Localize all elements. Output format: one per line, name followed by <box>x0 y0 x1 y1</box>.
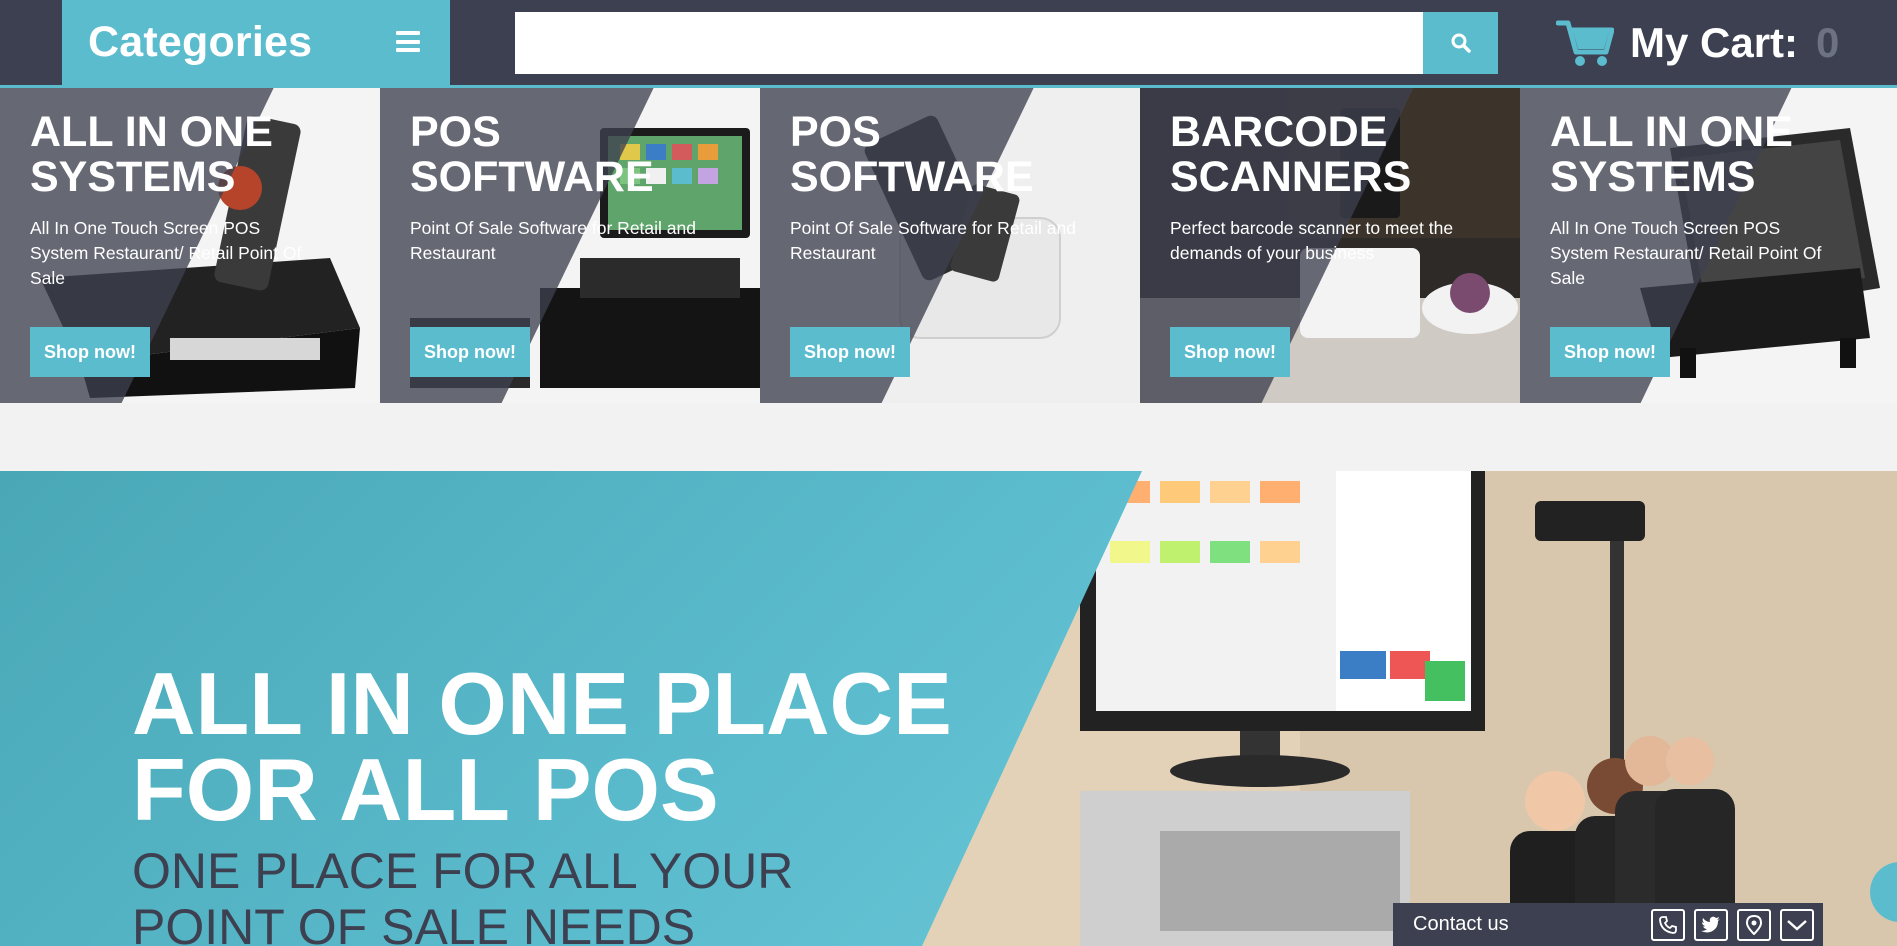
top-header: Categories My Cart: 0 <box>0 0 1897 88</box>
banner-description: Point Of Sale Software for Retail and Re… <box>410 218 696 263</box>
shop-now-button[interactable]: Shop now! <box>410 327 530 377</box>
hero-banner: ALL IN ONE PLACE FOR ALL POS ONE PLACE F… <box>0 471 1897 946</box>
cart-label: My Cart: <box>1630 19 1799 66</box>
banner-pos-software[interactable]: POS SOFTWARE Point Of Sale Software for … <box>380 88 760 403</box>
banner-title: ALL IN ONE SYSTEMS <box>30 108 273 201</box>
shop-now-button[interactable]: Shop now! <box>30 327 150 377</box>
banner-barcode-scanners[interactable]: BARCODE SCANNERS Perfect barcode scanner… <box>1140 88 1520 403</box>
cart-icon <box>1556 20 1614 66</box>
location-button[interactable] <box>1737 908 1771 941</box>
contact-bar: Contact us <box>1393 903 1823 946</box>
chevron-down-icon <box>1787 919 1807 931</box>
banner-pos-software-tablet[interactable]: POS SOFTWARE Point Of Sale Software for … <box>760 88 1140 403</box>
banner-description: Point Of Sale Software for Retail and Re… <box>790 218 1076 263</box>
categories-menu-button[interactable]: Categories <box>62 0 450 85</box>
shop-now-button[interactable]: Shop now! <box>1170 327 1290 377</box>
hero-subheading: ONE PLACE FOR ALL YOUR POINT OF SALE NEE… <box>132 843 794 946</box>
shop-now-button[interactable]: Shop now! <box>1550 327 1670 377</box>
banner-description: All In One Touch Screen POS System Resta… <box>30 218 302 288</box>
twitter-icon <box>1701 916 1720 932</box>
banner-title: POS SOFTWARE <box>790 108 1034 201</box>
search-input[interactable] <box>515 12 1423 74</box>
banner-all-in-one-systems[interactable]: ALL IN ONE SYSTEMS All In One Touch Scre… <box>0 88 380 403</box>
phone-icon <box>1659 915 1677 934</box>
banner-title: ALL IN ONE SYSTEMS <box>1550 108 1793 201</box>
hero-heading: ALL IN ONE PLACE FOR ALL POS <box>132 654 952 839</box>
cart-button[interactable]: My Cart: 0 <box>1556 10 1839 76</box>
hamburger-icon <box>396 31 420 52</box>
category-banners: ALL IN ONE SYSTEMS All In One Touch Scre… <box>0 88 1897 403</box>
categories-label: Categories <box>88 18 313 66</box>
banner-title: POS SOFTWARE <box>410 108 654 201</box>
twitter-button[interactable] <box>1694 908 1728 941</box>
banner-all-in-one-systems-2[interactable]: ALL IN ONE SYSTEMS All In One Touch Scre… <box>1520 88 1897 403</box>
search-button[interactable] <box>1423 12 1498 74</box>
section-divider <box>0 403 1897 471</box>
banner-description: Perfect barcode scanner to meet the dema… <box>1170 218 1454 263</box>
contact-us-label: Contact us <box>1413 913 1509 935</box>
shop-now-button[interactable]: Shop now! <box>790 327 910 377</box>
map-marker-icon <box>1746 914 1762 935</box>
cart-count: 0 <box>1816 19 1840 66</box>
search-icon <box>1451 33 1471 53</box>
banner-description: All In One Touch Screen POS System Resta… <box>1550 218 1822 288</box>
collapse-contact-button[interactable] <box>1780 908 1814 941</box>
banner-title: BARCODE SCANNERS <box>1170 108 1412 201</box>
phone-button[interactable] <box>1651 908 1685 941</box>
